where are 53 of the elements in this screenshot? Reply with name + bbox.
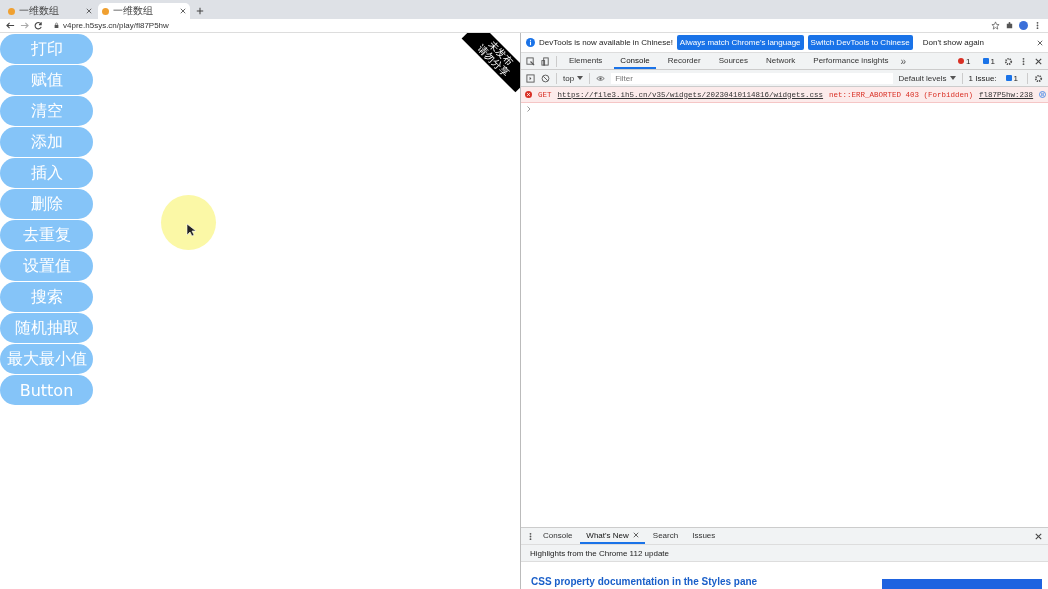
close-icon[interactable] bbox=[86, 8, 92, 14]
close-icon[interactable] bbox=[1037, 39, 1043, 46]
address-bar[interactable]: v4pre.h5sys.cn/play/fl87P5hw bbox=[48, 20, 986, 31]
tab-title: 一维数组 bbox=[113, 4, 154, 18]
inspect-icon[interactable] bbox=[526, 56, 535, 66]
language-button[interactable]: Always match Chrome's language bbox=[676, 35, 804, 50]
sidebar-toggle-icon[interactable] bbox=[526, 73, 535, 83]
close-icon[interactable] bbox=[632, 532, 639, 538]
drawer-tab[interactable]: Console bbox=[537, 528, 579, 544]
settings-icon[interactable] bbox=[1004, 56, 1013, 66]
url-text: v4pre.h5sys.cn/play/fl87P5hw bbox=[63, 21, 169, 30]
favicon-icon bbox=[102, 7, 109, 15]
issues-label: 1 Issue: bbox=[968, 73, 997, 83]
star-icon[interactable] bbox=[991, 21, 1000, 30]
devtools-tab[interactable]: Sources bbox=[712, 53, 754, 69]
tab-title: 一维数组 bbox=[19, 4, 60, 18]
message-count[interactable]: 1 bbox=[979, 56, 998, 66]
new-tab-icon[interactable] bbox=[196, 7, 204, 15]
devtools-tab[interactable]: Performance insights bbox=[807, 53, 895, 69]
info-message: DevTools is now available in Chinese! bbox=[539, 38, 673, 47]
devtools-tab[interactable]: Elements bbox=[563, 53, 609, 69]
devtools-tab[interactable]: Network bbox=[760, 53, 802, 69]
favicon-icon bbox=[8, 7, 15, 15]
caret-icon bbox=[577, 76, 584, 80]
filter-field[interactable]: Filter bbox=[611, 72, 893, 84]
caret-icon bbox=[949, 76, 956, 80]
close-icon[interactable] bbox=[1034, 531, 1043, 541]
drawer-tab[interactable]: Search bbox=[646, 528, 685, 544]
info-icon bbox=[526, 38, 535, 47]
clear-icon[interactable] bbox=[541, 73, 550, 83]
drawer-tab[interactable]: Issues bbox=[686, 528, 722, 544]
more-tabs-button[interactable]: » bbox=[900, 55, 907, 67]
levels-dropdown[interactable]: Default levels bbox=[898, 73, 956, 83]
language-button[interactable]: Switch DevTools to Chinese bbox=[807, 35, 913, 50]
article-link[interactable]: CSS property documentation in the Styles pane bbox=[531, 576, 758, 587]
error-count[interactable]: 1 bbox=[955, 56, 974, 66]
context-dropdown[interactable]: top bbox=[563, 73, 584, 83]
cursor-icon bbox=[185, 222, 196, 237]
back-icon[interactable] bbox=[6, 21, 15, 30]
settings-icon[interactable] bbox=[1034, 73, 1043, 83]
browser-tab[interactable]: 一维数组 bbox=[4, 3, 96, 19]
close-icon[interactable] bbox=[1034, 56, 1043, 66]
close-icon[interactable] bbox=[180, 8, 186, 14]
device-icon[interactable] bbox=[541, 56, 550, 66]
lock-icon bbox=[54, 22, 59, 29]
error-icon bbox=[525, 91, 532, 98]
avatar-icon[interactable] bbox=[1019, 21, 1028, 30]
highlights-text: Highlights from the Chrome 112 update bbox=[530, 548, 670, 558]
reload-icon[interactable] bbox=[34, 21, 43, 30]
prompt-icon[interactable] bbox=[527, 106, 531, 112]
devtools-tab[interactable]: Recorder bbox=[661, 53, 707, 69]
issues-count[interactable]: 1 bbox=[1002, 73, 1021, 83]
browser-tab[interactable]: 一维数组 bbox=[98, 3, 190, 19]
